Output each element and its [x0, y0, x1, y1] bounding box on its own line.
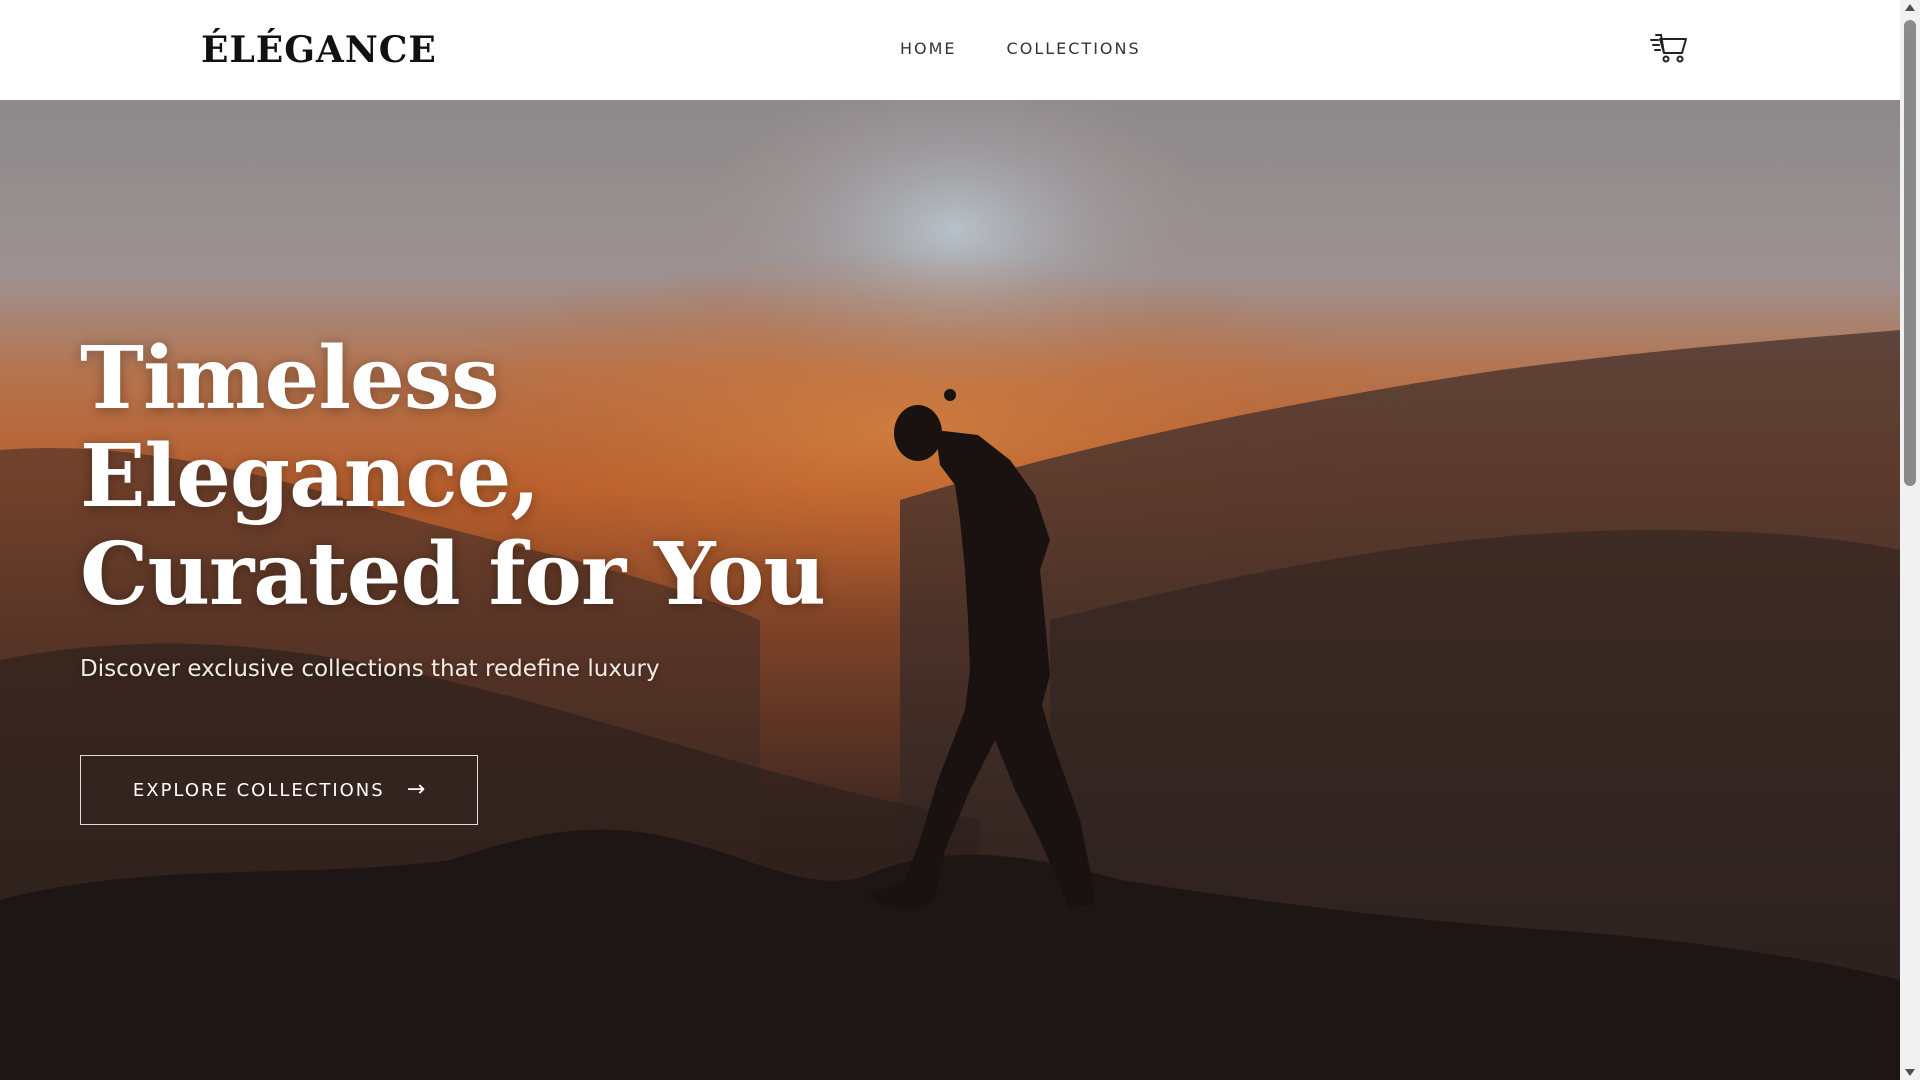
cart-button[interactable] [1650, 30, 1690, 66]
scrollbar-thumb[interactable] [1904, 20, 1916, 486]
page: ÉLÉGANCE HOME COLLECTIONS Timeless Elega… [0, 0, 1900, 1080]
shopping-cart-icon [1650, 34, 1687, 63]
arrow-right-icon: → [406, 777, 426, 802]
explore-collections-label: EXPLORE COLLECTIONS [132, 779, 385, 801]
hero-section: Timeless Elegance, Curated for You Disco… [0, 100, 1900, 1080]
scroll-down-arrow-icon[interactable] [1905, 1069, 1915, 1076]
vertical-scrollbar[interactable] [1900, 0, 1920, 1080]
explore-collections-button[interactable]: EXPLORE COLLECTIONS → [80, 755, 478, 825]
hero-subtitle: Discover exclusive collections that rede… [80, 656, 660, 682]
nav-home-link[interactable]: HOME [900, 37, 957, 61]
hero-title-line: Curated for You [80, 524, 826, 625]
scroll-up-arrow-icon[interactable] [1905, 4, 1915, 11]
hero-title: Timeless Elegance, Curated for You [80, 328, 826, 625]
main-nav: HOME COLLECTIONS [900, 37, 1141, 61]
brand-logo[interactable]: ÉLÉGANCE [201, 26, 437, 74]
site-header: ÉLÉGANCE HOME COLLECTIONS [0, 0, 1900, 100]
hero-title-line: Timeless [80, 328, 500, 429]
nav-collections-link[interactable]: COLLECTIONS [1007, 37, 1141, 61]
hero-title-line: Elegance, [80, 426, 540, 527]
